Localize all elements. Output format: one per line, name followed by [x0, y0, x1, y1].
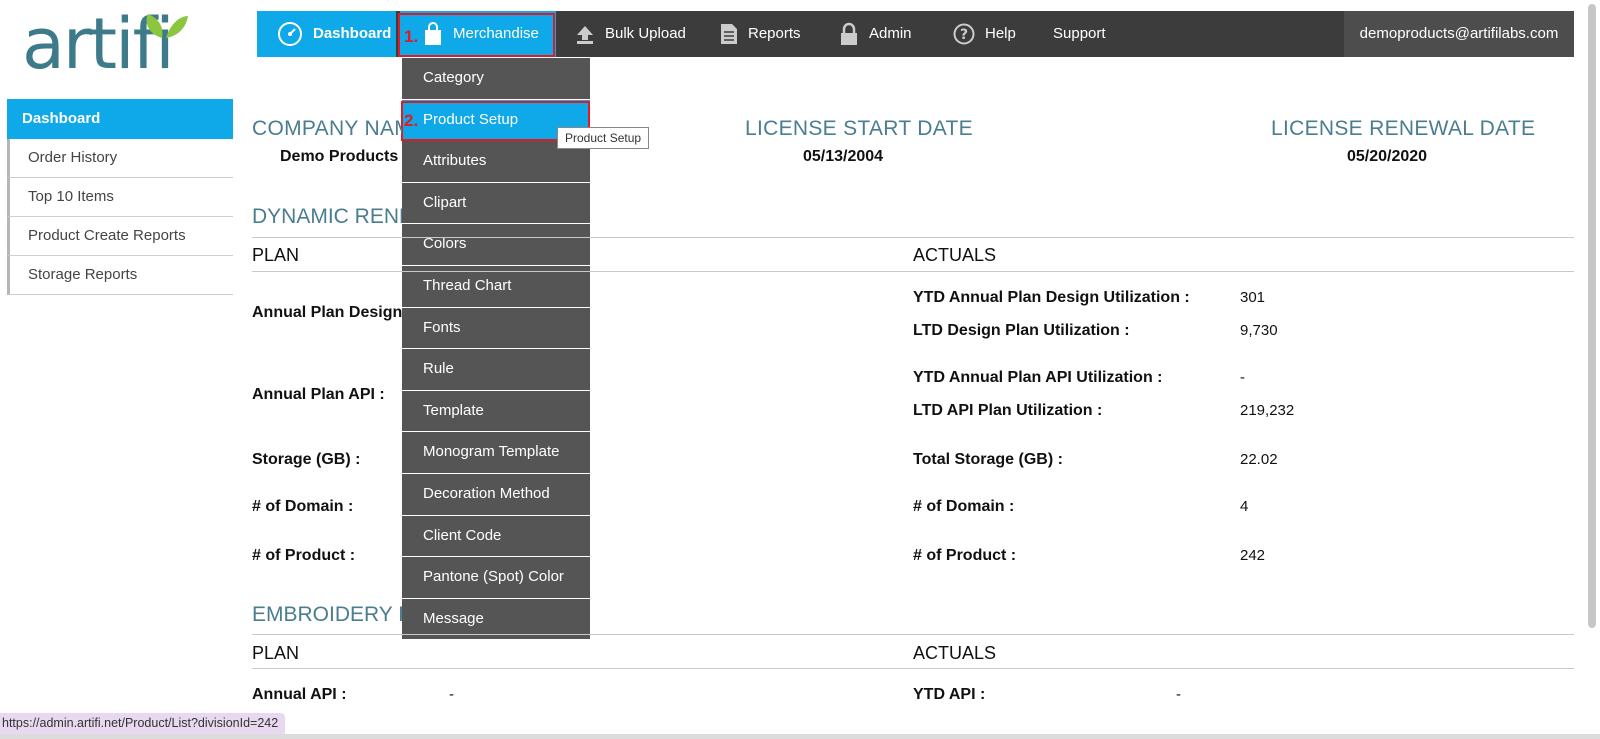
embroidery-actual-value: - [1176, 686, 1181, 703]
status-bar-url: https://admin.artifi.net/Product/List?di… [0, 713, 286, 734]
plan-header: PLAN [252, 245, 300, 265]
actual-label-total-storage: Total Storage (GB) : [913, 451, 1063, 468]
actual-value-domain: 4 [1240, 498, 1249, 515]
actual-label-ytd-design: YTD Annual Plan Design Utilization : [913, 289, 1190, 306]
embroidery-rendering-title: EMBROIDERY RENDERING [252, 603, 402, 626]
step-2-label: 2. [404, 111, 419, 130]
menu-item-template[interactable]: Template [402, 390, 590, 433]
menu-item-thread-chart[interactable]: Thread Chart [402, 265, 590, 308]
actual-label-ltd-design: LTD Design Plan Utilization : [913, 322, 1130, 339]
company-name-label: COMPANY NAME [252, 117, 402, 140]
embroidery-actual-label: YTD API : [913, 686, 986, 703]
actual-value-ytd-api: - [1240, 369, 1245, 386]
menu-item-pantone-spot-color[interactable]: Pantone (Spot) Color [402, 557, 590, 599]
actual-value-total-storage: 22.02 [1240, 451, 1278, 468]
license-start-label: LICENSE START DATE [745, 117, 973, 140]
nav-dashboard-label: Dashboard [313, 25, 392, 42]
embroidery-actuals-header: ACTUALS [913, 643, 997, 663]
document-icon [721, 24, 737, 44]
plan-label-domain: # of Domain : [252, 498, 354, 515]
menu-item-category[interactable]: Category [402, 58, 590, 100]
actual-label-domain: # of Domain : [913, 498, 1015, 515]
nav-admin[interactable]: Admin [839, 11, 912, 57]
actual-value-ltd-design: 9,730 [1240, 322, 1278, 339]
menu-item-client-code[interactable]: Client Code [402, 515, 590, 558]
nav-admin-label: Admin [869, 25, 912, 42]
license-renewal-label: LICENSE RENEWAL DATE [1271, 117, 1536, 140]
sidebar-item-storage-reports[interactable]: Storage Reports [7, 256, 233, 295]
divider [252, 271, 1574, 272]
menu-item-monogram-template[interactable]: Monogram Template [402, 432, 590, 474]
company-name-value: Demo Products [280, 148, 399, 165]
actual-value-ltd-api: 219,232 [1240, 402, 1295, 419]
step-1-label: 1. [404, 27, 419, 46]
nav-help-label: Help [985, 25, 1016, 42]
nav-support[interactable]: Support [1053, 11, 1106, 57]
embroidery-plan-value: - [449, 686, 454, 703]
license-renewal-value: 05/20/2020 [1347, 148, 1428, 165]
embroidery-plan-label: Annual API : [252, 686, 347, 703]
sidebar-item-dashboard[interactable]: Dashboard [7, 99, 233, 139]
plan-label-annual-design: Annual Plan Design : [252, 304, 402, 321]
menu-item-colors[interactable]: Colors [402, 224, 590, 266]
divider [252, 634, 1574, 635]
menu-item-clipart[interactable]: Clipart [402, 182, 590, 225]
artifi-logo[interactable]: artifi [22, 4, 202, 90]
actuals-header: ACTUALS [913, 245, 997, 265]
plan-label-annual-api: Annual Plan API : [252, 386, 385, 403]
license-start-value: 05/13/2004 [803, 148, 884, 165]
actual-label-ltd-api: LTD API Plan Utilization : [913, 402, 1103, 419]
dynamic-rendering-title: DYNAMIC RENDERING [252, 205, 402, 228]
sidebar-item-product-create-reports[interactable]: Product Create Reports [7, 217, 233, 256]
plan-label-storage: Storage (GB) : [252, 451, 361, 468]
highlight-box-merchandise [398, 13, 555, 57]
actual-label-ytd-api: YTD Annual Plan API Utilization : [913, 369, 1163, 386]
nav-help[interactable]: ? Help [953, 11, 1016, 57]
divider [252, 668, 1574, 669]
nav-reports-label: Reports [748, 25, 801, 42]
sidebar-item-top-10-items[interactable]: Top 10 Items [7, 178, 233, 217]
divider [252, 237, 1574, 238]
help-icon: ? [953, 23, 975, 45]
vertical-scrollbar[interactable] [1588, 4, 1596, 628]
nav-support-label: Support [1053, 25, 1106, 42]
svg-text:?: ? [960, 27, 968, 43]
menu-item-fonts[interactable]: Fonts [402, 307, 590, 350]
actual-label-product: # of Product : [913, 547, 1017, 564]
horizontal-scrollbar[interactable] [0, 734, 1600, 739]
nav-bulk-upload[interactable]: Bulk Upload [575, 11, 686, 57]
actual-value-ytd-design: 301 [1240, 289, 1266, 306]
leaf-icon [146, 14, 188, 38]
user-email[interactable]: demoproducts@artifilabs.com [1344, 11, 1574, 57]
nav-reports[interactable]: Reports [720, 11, 801, 57]
upload-icon [577, 26, 593, 44]
nav-dashboard[interactable]: Dashboard [257, 11, 396, 57]
sidebar: Dashboard Order History Top 10 Items Pro… [7, 99, 233, 295]
actual-value-product: 242 [1240, 547, 1266, 564]
embroidery-plan-header: PLAN [252, 643, 300, 663]
menu-item-decoration-method[interactable]: Decoration Method [402, 473, 590, 516]
sidebar-item-order-history[interactable]: Order History [7, 139, 233, 178]
nav-bulk-upload-label: Bulk Upload [605, 25, 686, 42]
lock-icon [841, 22, 857, 45]
plan-label-product: # of Product : [252, 547, 356, 564]
speedometer-icon [278, 22, 302, 46]
menu-item-rule[interactable]: Rule [402, 349, 590, 391]
tooltip: Product Setup [557, 127, 650, 149]
